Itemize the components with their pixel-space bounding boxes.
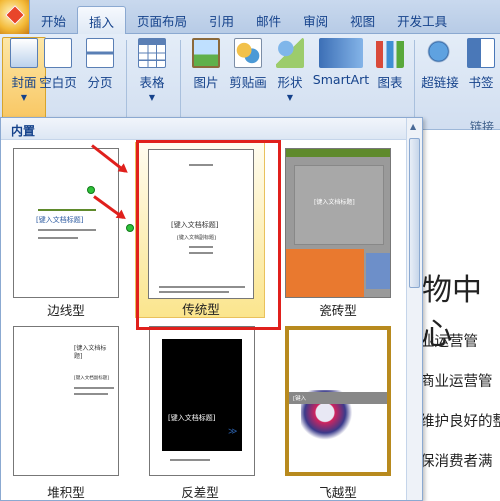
template-caption: 飞越型 <box>319 485 357 500</box>
template-caption: 瓷砖型 <box>319 303 357 318</box>
gallery-scrollbar[interactable]: ▲ <box>406 118 422 500</box>
bookmark-button[interactable]: 书签 <box>462 38 500 91</box>
clipart-button[interactable]: 剪贴画 <box>226 38 270 91</box>
smartart-label: SmartArt <box>312 72 370 87</box>
picture-icon <box>192 38 220 68</box>
cover-page-icon <box>10 38 38 68</box>
thumbnail-title: [键入 <box>293 396 307 402</box>
picture-button[interactable]: 图片 <box>184 38 228 91</box>
thumbnail-subtitle: [键入文档副标题] <box>74 376 110 381</box>
template-thumbnail: [键入 <box>285 326 391 476</box>
ribbon-tabs: 开始 插入 页面布局 引用 邮件 审阅 视图 开发工具 <box>30 6 458 34</box>
thumbnail-title: [键入文档标题] <box>314 199 355 206</box>
template-thumbnail: [键入文档标题] ≫ <box>149 326 255 476</box>
office-button[interactable] <box>0 0 30 34</box>
chart-label: 图表 <box>377 75 403 90</box>
cover-template-sideline[interactable]: [键入文档标题] 边线型 <box>1 148 131 318</box>
document-line: 商业运营管 <box>420 374 493 390</box>
page-break-icon <box>86 38 114 68</box>
document-line: 保消费者满 <box>420 454 493 470</box>
clipart-icon <box>234 38 262 68</box>
accent-line <box>74 387 114 389</box>
table-label: 表格 <box>139 75 165 90</box>
shapes-icon <box>276 38 304 68</box>
tile-blue-block <box>366 253 390 289</box>
template-thumbnail: [键入文档标题] <box>13 148 119 298</box>
scrollbar-thumb[interactable] <box>409 138 420 288</box>
thumbnail-title: [键入文档标题] <box>36 216 84 224</box>
accent-line <box>74 393 108 395</box>
template-thumbnail: [键入文档标题] <box>285 148 391 298</box>
globe-link-icon <box>426 38 454 68</box>
chevron-stack-icon: ≫ <box>228 427 238 437</box>
office-logo-icon <box>5 5 25 25</box>
cover-template-flyover[interactable]: [键入 飞越型 <box>273 326 403 501</box>
tab-view[interactable]: 视图 <box>339 6 386 34</box>
ribbon-tab-strip: 开始 插入 页面布局 引用 邮件 审阅 视图 开发工具 <box>0 0 500 34</box>
tab-developer[interactable]: 开发工具 <box>386 6 458 34</box>
smartart-icon <box>319 38 363 68</box>
cover-template-contrast[interactable]: [键入文档标题] ≫ 反差型 <box>135 326 265 501</box>
template-caption: 反差型 <box>181 485 219 500</box>
accent-line <box>38 237 78 239</box>
chevron-down-icon: ▼ <box>286 93 294 102</box>
accent-line <box>38 209 96 211</box>
blank-page-button[interactable]: 空白页 <box>36 38 80 91</box>
cover-template-stacked[interactable]: [键入文档标题] [键入文档副标题] 堆积型 <box>1 326 131 501</box>
green-handle-icon <box>87 186 95 194</box>
blank-page-icon <box>44 38 72 68</box>
cover-template-tiles[interactable]: [键入文档标题] 瓷砖型 <box>273 148 403 318</box>
highlight-box <box>136 140 281 330</box>
green-handle-icon <box>126 224 134 232</box>
hyperlink-label: 超链接 <box>421 75 459 90</box>
ribbon-insert-panel: 封面 ▼ 空白页 分页 表格 ▼ 图片 剪贴画 形状 ▼ SmartArt 图表… <box>0 34 500 134</box>
picture-label: 图片 <box>193 75 219 90</box>
tab-review[interactable]: 审阅 <box>292 6 339 34</box>
chevron-down-icon: ▼ <box>148 93 156 102</box>
bookmark-icon <box>467 38 495 68</box>
template-caption: 边线型 <box>47 303 85 318</box>
bookmark-label: 书签 <box>468 75 494 90</box>
chevron-down-icon: ▼ <box>20 93 28 102</box>
table-button[interactable]: 表格 ▼ <box>130 38 174 102</box>
group-separator <box>180 40 181 124</box>
accent-line <box>38 229 96 231</box>
page-break-label: 分页 <box>87 75 113 90</box>
document-line: 维护良好的整 <box>420 414 500 430</box>
document-line: 业运营管 <box>420 334 478 350</box>
smartart-button[interactable]: SmartArt <box>312 38 370 87</box>
clipart-label: 剪贴画 <box>229 75 267 90</box>
thumbnail-title: [键入文档标题] <box>74 345 107 360</box>
gallery-section-title: 内置 <box>11 124 36 138</box>
page-break-button[interactable]: 分页 <box>78 38 122 91</box>
shapes-label: 形状 <box>277 75 303 90</box>
accent-line <box>170 459 210 461</box>
hyperlink-button[interactable]: 超链接 <box>418 38 462 91</box>
tab-mailings[interactable]: 邮件 <box>245 6 292 34</box>
chart-icon <box>376 38 404 68</box>
tile-green-strip <box>286 149 390 157</box>
tile-orange-block <box>286 249 364 297</box>
scroll-up-icon[interactable]: ▲ <box>410 122 416 131</box>
shapes-button[interactable]: 形状 ▼ <box>268 38 312 102</box>
table-icon <box>138 38 166 68</box>
template-thumbnail: [键入文档标题] [键入文档副标题] <box>13 326 119 476</box>
tab-page-layout[interactable]: 页面布局 <box>126 6 198 34</box>
chart-button[interactable]: 图表 <box>368 38 412 91</box>
thumbnail-title: [键入文档标题] <box>168 414 216 422</box>
gallery-header: 内置 <box>1 118 408 140</box>
template-caption: 堆积型 <box>47 485 85 500</box>
tab-home[interactable]: 开始 <box>30 6 77 34</box>
tab-references[interactable]: 引用 <box>198 6 245 34</box>
blank-page-label: 空白页 <box>39 75 77 90</box>
group-separator <box>126 40 127 124</box>
tab-insert[interactable]: 插入 <box>77 6 127 34</box>
group-separator <box>414 40 415 124</box>
